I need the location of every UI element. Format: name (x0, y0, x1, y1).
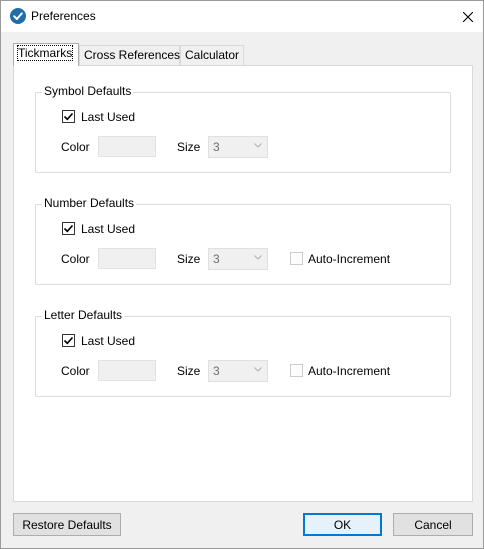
color-picker[interactable] (98, 136, 156, 157)
number-defaults-group: Number Defaults Last Used Color Size 3 A… (35, 196, 451, 285)
last-used-label: Last Used (81, 222, 136, 236)
tab-label: Calculator (185, 48, 240, 62)
chevron-down-icon (254, 143, 262, 148)
last-used-checkbox[interactable] (62, 334, 75, 347)
size-dropdown[interactable]: 3 (208, 360, 268, 382)
tickmarks-panel: Symbol Defaults Last Used Color Size 3 N… (13, 65, 473, 502)
size-dropdown[interactable]: 3 (208, 136, 268, 158)
tab-cross-references[interactable]: Cross References (79, 45, 180, 66)
last-used-checkbox[interactable] (62, 110, 75, 123)
group-title: Number Defaults (42, 196, 137, 210)
size-value: 3 (213, 364, 220, 378)
auto-increment-checkbox[interactable] (290, 364, 303, 377)
close-button[interactable] (453, 1, 483, 32)
cancel-button[interactable]: Cancel (393, 513, 473, 536)
color-picker[interactable] (98, 248, 156, 269)
checkmark-icon (63, 336, 74, 345)
tab-tickmarks[interactable]: Tickmarks (13, 43, 79, 66)
tab-label: Tickmarks (16, 45, 74, 61)
tab-label: Cross References (84, 48, 181, 62)
chevron-down-icon (254, 367, 262, 372)
checkmark-icon (63, 112, 74, 121)
size-value: 3 (213, 252, 220, 266)
last-used-label: Last Used (81, 334, 136, 348)
restore-defaults-button[interactable]: Restore Defaults (13, 513, 121, 536)
color-label: Color (61, 364, 90, 378)
app-check-icon (10, 8, 26, 24)
group-title: Letter Defaults (42, 308, 125, 322)
color-picker[interactable] (98, 360, 156, 381)
size-label: Size (177, 364, 201, 378)
window-title: Preferences (31, 9, 96, 23)
close-icon (463, 11, 473, 22)
restore-defaults-label: Restore Defaults (22, 517, 112, 532)
group-title: Symbol Defaults (42, 84, 134, 98)
preferences-dialog: Preferences Tickmarks Cross References C… (0, 0, 484, 549)
size-value: 3 (213, 140, 220, 154)
title-bar: Preferences (1, 1, 483, 32)
last-used-label: Last Used (81, 110, 136, 124)
symbol-defaults-group: Symbol Defaults Last Used Color Size 3 (35, 84, 451, 173)
size-dropdown[interactable]: 3 (208, 248, 268, 270)
size-label: Size (177, 252, 201, 266)
color-label: Color (61, 252, 90, 266)
checkmark-icon (63, 224, 74, 233)
color-label: Color (61, 140, 90, 154)
chevron-down-icon (254, 255, 262, 260)
ok-label: OK (333, 517, 352, 532)
ok-button[interactable]: OK (303, 513, 382, 536)
cancel-label: Cancel (414, 517, 452, 532)
size-label: Size (177, 140, 201, 154)
auto-increment-checkbox[interactable] (290, 252, 303, 265)
last-used-checkbox[interactable] (62, 222, 75, 235)
auto-increment-label: Auto-Increment (308, 364, 391, 378)
auto-increment-label: Auto-Increment (308, 252, 391, 266)
letter-defaults-group: Letter Defaults Last Used Color Size 3 A… (35, 308, 451, 397)
tab-calculator[interactable]: Calculator (180, 45, 244, 66)
